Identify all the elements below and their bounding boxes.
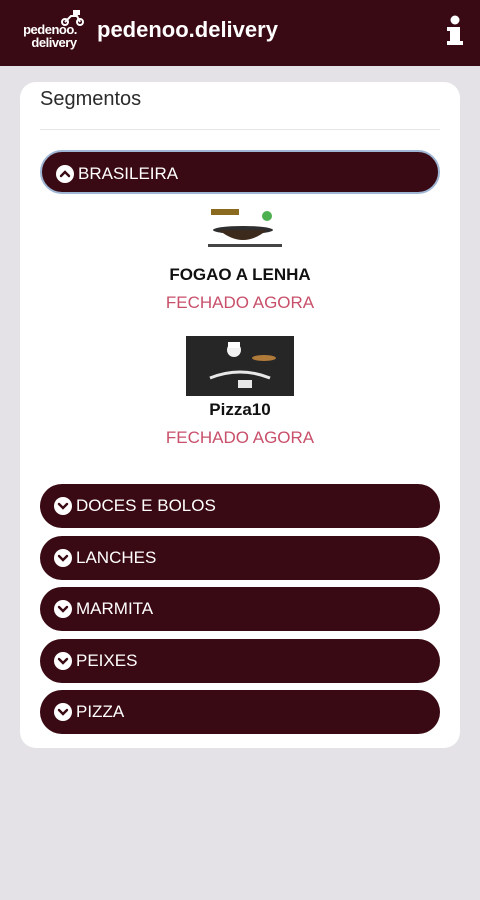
store-status: FECHADO AGORA: [165, 428, 315, 447]
store-name[interactable]: Pizza10: [20, 400, 460, 420]
segments-card: Segmentos BRASILEIRA FOGAO A LENHA FECHA…: [20, 82, 460, 748]
store-logo-fogao-a-lenha[interactable]: [205, 206, 285, 252]
app-bar: pedenoo. delivery pedenoo.delivery: [0, 0, 480, 66]
store-logo-pizza10[interactable]: [186, 336, 294, 396]
card-title: Segmentos: [40, 88, 142, 110]
segment-marmita[interactable]: MARMITA: [40, 587, 440, 631]
chevron-down-icon: [54, 549, 72, 567]
segment-label: DOCES E BOLOS: [76, 496, 216, 515]
chevron-down-icon: [54, 652, 72, 670]
app-logo: pedenoo. delivery: [20, 10, 88, 56]
store-status: FECHADO AGORA: [165, 293, 315, 312]
segment-label: BRASILEIRA: [78, 164, 179, 183]
store-name[interactable]: FOGAO A LENHA: [20, 265, 460, 285]
segment-label: LANCHES: [76, 548, 157, 567]
segment-pizza[interactable]: PIZZA: [40, 690, 440, 734]
segment-brasileira[interactable]: BRASILEIRA: [40, 150, 440, 194]
chevron-down-icon: [54, 600, 72, 618]
segment-label: PEIXES: [76, 651, 138, 670]
info-icon[interactable]: [443, 14, 467, 50]
segment-label: MARMITA: [76, 599, 154, 618]
logo-text-line2: delivery: [31, 35, 77, 50]
chevron-down-icon: [54, 497, 72, 515]
segment-peixes[interactable]: PEIXES: [40, 639, 440, 683]
chevron-down-icon: [54, 703, 72, 721]
divider: [40, 129, 440, 130]
segment-label: PIZZA: [76, 702, 125, 721]
chevron-up-icon: [56, 165, 74, 183]
app-title: pedenoo.delivery: [97, 17, 278, 42]
segment-lanches[interactable]: LANCHES: [40, 536, 440, 580]
segment-doces-e-bolos[interactable]: DOCES E BOLOS: [40, 484, 440, 528]
